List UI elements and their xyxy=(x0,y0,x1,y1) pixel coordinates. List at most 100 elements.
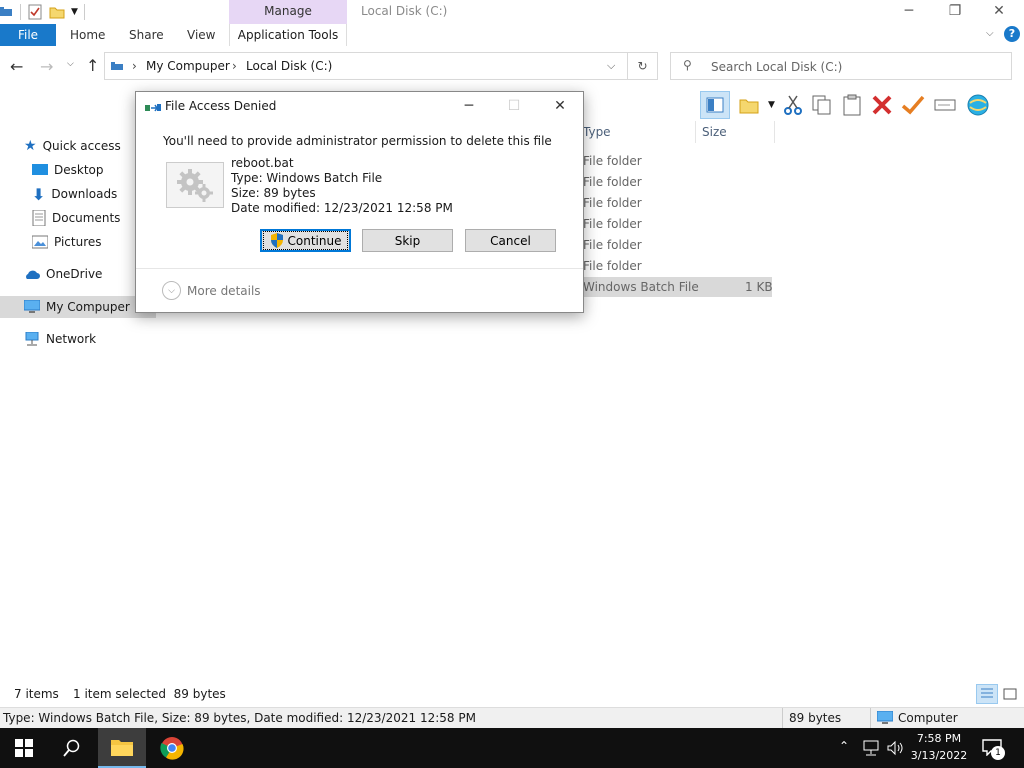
start-button[interactable] xyxy=(0,728,48,768)
nav-pictures[interactable]: Pictures xyxy=(32,231,102,253)
notification-button[interactable]: 1 xyxy=(982,738,1005,760)
row-type[interactable]: File folder xyxy=(583,259,642,273)
download-icon: ⬇ xyxy=(32,184,46,204)
delete-icon[interactable] xyxy=(871,94,893,116)
search-icon: ⚲ xyxy=(683,58,692,72)
tab-application-tools[interactable]: Application Tools xyxy=(229,24,347,46)
rename-check-icon[interactable] xyxy=(901,94,925,116)
new-folder-icon[interactable] xyxy=(738,95,760,115)
nav-label: Documents xyxy=(52,211,121,225)
expand-ribbon-icon[interactable]: ⌵ xyxy=(986,28,994,39)
clock-time[interactable]: 7:58 PM xyxy=(914,732,964,745)
tab-share[interactable]: Share xyxy=(129,24,164,46)
maximize-button[interactable]: ❐ xyxy=(932,0,978,24)
new-dropdown-icon[interactable]: ▼ xyxy=(768,100,775,110)
continue-button[interactable]: Continue xyxy=(260,229,351,252)
dialog-close-button[interactable]: ✕ xyxy=(538,95,582,117)
network-status-icon[interactable] xyxy=(862,740,880,756)
file-type: Type: Windows Batch File xyxy=(231,171,383,185)
back-icon[interactable]: ← xyxy=(10,57,23,76)
search-icon xyxy=(63,739,80,757)
file-thumbnail xyxy=(166,162,224,208)
large-icons-view-icon[interactable] xyxy=(1002,686,1018,705)
app-icon xyxy=(0,7,12,16)
cancel-button[interactable]: Cancel xyxy=(465,229,556,252)
new-folder-icon[interactable] xyxy=(49,4,65,20)
help-icon[interactable]: ? xyxy=(1004,26,1020,42)
nav-quick-access[interactable]: ★ Quick access xyxy=(24,135,121,157)
more-details-toggle[interactable]: ⌵ More details xyxy=(162,281,261,300)
skip-button[interactable]: Skip xyxy=(362,229,453,252)
chrome-icon xyxy=(160,737,184,760)
paste-icon[interactable] xyxy=(841,94,863,116)
properties-icon[interactable] xyxy=(27,4,43,20)
column-header: Type Size xyxy=(580,121,780,143)
nav-desktop[interactable]: Desktop xyxy=(32,159,104,181)
item-count: 7 items xyxy=(14,687,59,701)
row-type[interactable]: File folder xyxy=(583,217,642,231)
nav-onedrive[interactable]: OneDrive xyxy=(24,263,102,285)
file-access-denied-dialog: File Access Denied ─ ☐ ✕ You'll need to … xyxy=(135,91,584,313)
tab-view[interactable]: View xyxy=(187,24,215,46)
copy-icon[interactable] xyxy=(811,94,833,116)
computer-small-icon xyxy=(111,62,123,70)
dialog-minimize-button[interactable]: ─ xyxy=(447,95,491,117)
row-type[interactable]: File folder xyxy=(583,175,642,189)
nav-label: Network xyxy=(46,332,97,346)
tab-home[interactable]: Home xyxy=(70,24,105,46)
tab-file[interactable]: File xyxy=(0,24,56,46)
cut-icon[interactable] xyxy=(783,94,803,116)
recent-locations-icon[interactable]: ⌵ xyxy=(67,59,74,69)
refresh-icon: ↻ xyxy=(637,59,648,73)
chrome-button[interactable] xyxy=(148,728,196,768)
expand-circle-icon: ⌵ xyxy=(162,281,181,300)
minimize-button[interactable]: ─ xyxy=(886,0,932,24)
breadcrumb-my-compuper[interactable]: My Compuper xyxy=(146,59,230,73)
column-type[interactable]: Type xyxy=(583,125,611,139)
status-bar: 7 items 1 item selected 89 bytes xyxy=(0,684,1024,704)
row-size: 1 KB xyxy=(745,280,773,294)
close-button[interactable]: ✕ xyxy=(976,0,1022,24)
computer-icon xyxy=(877,711,893,724)
location-text: Computer xyxy=(898,711,958,725)
nav-documents[interactable]: Documents xyxy=(32,207,120,229)
search-button[interactable] xyxy=(48,728,96,768)
address-dropdown-icon[interactable]: ⌵ xyxy=(607,59,615,73)
computer-icon xyxy=(24,300,40,313)
taskbar: ⌃ 7:58 PM 3/13/2022 1 xyxy=(0,728,1024,768)
file-explorer-button[interactable] xyxy=(98,728,146,768)
uac-shield-icon xyxy=(270,233,283,248)
selection-info: 1 item selected 89 bytes xyxy=(73,687,226,701)
nav-downloads[interactable]: ⬇ Downloads xyxy=(32,183,117,205)
more-details-label: More details xyxy=(187,283,261,298)
row-type[interactable]: File folder xyxy=(583,238,642,252)
title-bar: ▼ Manage Local Disk (C:) ─ ❐ ✕ xyxy=(0,0,1024,24)
forward-icon[interactable]: → xyxy=(40,57,53,76)
dialog-separator xyxy=(136,268,583,269)
address-row: ← → ⌵ ↑ › My Compuper › Local Disk (C:) … xyxy=(0,52,1024,82)
manage-tab[interactable]: Manage xyxy=(229,0,347,24)
qat-dropdown-icon[interactable]: ▼ xyxy=(71,7,78,17)
row-type[interactable]: Windows Batch File xyxy=(583,280,699,294)
folder-icon xyxy=(111,740,133,756)
refresh-button[interactable]: ↻ xyxy=(628,52,658,80)
file-details-text: Type: Windows Batch File, Size: 89 bytes… xyxy=(3,711,476,725)
nav-my-compuper[interactable]: My Compuper xyxy=(24,296,130,318)
preview-pane-icon[interactable] xyxy=(700,91,730,119)
globe-icon[interactable] xyxy=(965,93,991,117)
row-type[interactable]: File folder xyxy=(583,196,642,210)
column-size[interactable]: Size xyxy=(702,125,727,139)
up-icon[interactable]: ↑ xyxy=(86,56,99,75)
navigation-pane: ★ Quick access Desktop ⬇ Downloads Docum… xyxy=(0,128,156,680)
clock-date[interactable]: 3/13/2022 xyxy=(910,749,968,762)
row-type[interactable]: File folder xyxy=(583,154,642,168)
address-bar[interactable]: › My Compuper › Local Disk (C:) ⌵ xyxy=(104,52,628,80)
search-input[interactable]: ⚲ Search Local Disk (C:) xyxy=(670,52,1012,80)
volume-icon[interactable] xyxy=(886,740,904,756)
dialog-title: File Access Denied xyxy=(165,99,277,113)
nav-network[interactable]: Network xyxy=(24,328,96,350)
rename-icon[interactable] xyxy=(933,94,957,116)
breadcrumb-local-disk[interactable]: Local Disk (C:) xyxy=(246,59,332,73)
details-view-icon[interactable] xyxy=(976,684,998,704)
chevron-up-icon[interactable]: ⌃ xyxy=(839,739,849,753)
